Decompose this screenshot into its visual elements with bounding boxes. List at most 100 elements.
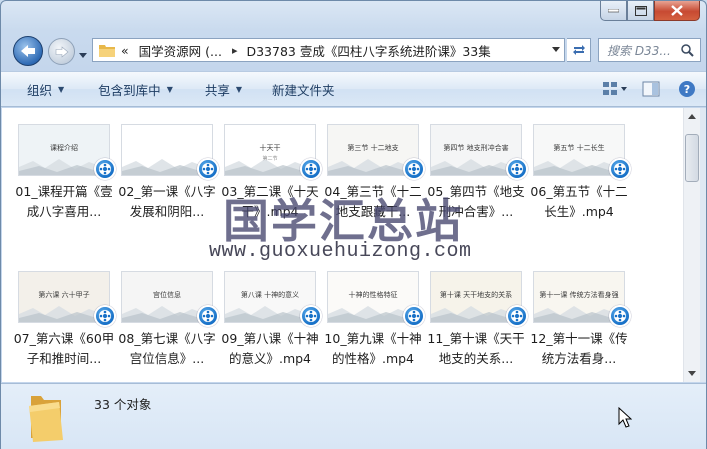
thumbnail-title: 十天干 bbox=[259, 144, 281, 152]
chevron-down-icon: ▼ bbox=[235, 84, 243, 94]
file-name[interactable]: 09_第八课《十神的意义》.mp4 bbox=[218, 329, 322, 369]
file-name[interactable]: 06_第五节《十二长生》.mp4 bbox=[527, 182, 631, 222]
search-box[interactable]: 搜索 D33... bbox=[598, 38, 701, 62]
view-grid-icon bbox=[603, 82, 627, 95]
chevron-down-icon: ▼ bbox=[58, 84, 65, 94]
film-reel-icon bbox=[99, 310, 111, 322]
explorer-window: « 国学资源网 (... ▸ D33783 壹成《四柱八字系统进阶课》33集 搜… bbox=[0, 0, 707, 449]
share-menu[interactable]: 共享 ▼ bbox=[187, 72, 256, 106]
file-name[interactable]: 04_第三节《十二地支跟藏干... bbox=[321, 182, 425, 222]
breadcrumb-overflow[interactable]: « bbox=[121, 43, 129, 58]
preview-pane-icon bbox=[642, 81, 660, 97]
help-icon: ? bbox=[679, 81, 695, 97]
thumbnail-title: 第四节 地支刑冲合害 bbox=[443, 144, 509, 152]
change-view-button[interactable] bbox=[602, 76, 628, 102]
vertical-scrollbar[interactable] bbox=[683, 108, 700, 382]
refresh-icon bbox=[572, 45, 585, 55]
file-name[interactable]: 02_第一课《八字发展和阴阳... bbox=[115, 182, 219, 222]
folder-icon bbox=[99, 45, 115, 57]
command-bar: 组织 ▼ 包含到库中 ▼ 共享 ▼ 新建文件夹 ? bbox=[1, 71, 706, 107]
maximize-icon bbox=[634, 5, 647, 16]
video-file-badge-icon bbox=[403, 305, 425, 327]
film-reel-icon bbox=[202, 163, 214, 175]
film-reel-icon bbox=[305, 310, 317, 322]
address-bar[interactable]: « 国学资源网 (... ▸ D33783 壹成《四柱八字系统进阶课》33集 bbox=[92, 38, 565, 62]
scroll-up-button[interactable] bbox=[684, 108, 700, 125]
thumbnail-title: 第八课 十神的意义 bbox=[240, 291, 300, 299]
include-library-menu[interactable]: 包含到库中 ▼ bbox=[78, 72, 187, 106]
video-file-badge-icon bbox=[609, 158, 631, 180]
new-folder-label: 新建文件夹 bbox=[272, 82, 335, 98]
film-reel-icon bbox=[202, 310, 214, 322]
chevron-up-icon bbox=[688, 114, 696, 119]
new-folder-button[interactable]: 新建文件夹 bbox=[256, 72, 349, 106]
recent-pages-dropdown[interactable] bbox=[79, 47, 87, 61]
address-dropdown-icon[interactable] bbox=[552, 47, 560, 52]
video-file-badge-icon bbox=[94, 305, 116, 327]
thumbnail-title: 第十课 天干地支的关系 bbox=[439, 291, 513, 299]
search-icon[interactable] bbox=[681, 43, 694, 57]
thumbnail-title: 十神的性格特征 bbox=[348, 291, 398, 299]
file-name[interactable]: 08_第七课《八字宫位信息》... bbox=[115, 329, 219, 369]
folder-large-icon bbox=[29, 396, 63, 442]
window-edge bbox=[700, 108, 706, 382]
share-label: 共享 bbox=[204, 82, 230, 98]
file-name[interactable]: 01_课程开篇《壹成八字喜用... bbox=[12, 182, 116, 222]
thumbnail-title: 课程介绍 bbox=[50, 144, 78, 152]
file-name[interactable]: 10_第九课《十神的性格》.mp4 bbox=[321, 329, 425, 369]
close-button[interactable] bbox=[654, 1, 700, 21]
close-icon bbox=[671, 5, 683, 16]
breadcrumb-current[interactable]: D33783 壹成《四柱八字系统进阶课》33集 bbox=[246, 41, 490, 60]
item-count: 33 个对象 bbox=[94, 397, 152, 412]
details-pane: 33 个对象 bbox=[1, 383, 706, 449]
film-reel-icon bbox=[511, 310, 523, 322]
file-name[interactable]: 07_第六课《60甲子和推时间... bbox=[12, 329, 116, 369]
breadcrumb-chevron-icon[interactable]: ▸ bbox=[232, 44, 238, 57]
back-button[interactable] bbox=[13, 36, 43, 66]
video-file-badge-icon bbox=[300, 158, 322, 180]
file-name[interactable]: 05_第四节《地支刑冲合害》... bbox=[424, 182, 528, 222]
search-placeholder[interactable]: 搜索 D33... bbox=[607, 42, 681, 59]
film-reel-icon bbox=[614, 163, 626, 175]
thumbnail-title: 第六课 六十甲子 bbox=[38, 291, 90, 299]
thumbnail-title: 第五节 十二长生 bbox=[553, 144, 605, 152]
file-name[interactable]: 11_第十课《天干地支的关系... bbox=[424, 329, 528, 369]
film-reel-icon bbox=[408, 163, 420, 175]
forward-button[interactable] bbox=[48, 38, 75, 65]
video-file-badge-icon bbox=[506, 305, 528, 327]
organize-menu[interactable]: 组织 ▼ bbox=[1, 72, 78, 106]
scroll-down-button[interactable] bbox=[684, 365, 700, 382]
thumbnail-title: 宫位信息 bbox=[153, 291, 181, 299]
minimize-button[interactable] bbox=[600, 1, 627, 21]
back-arrow-icon bbox=[21, 45, 35, 57]
thumbnail-title: 第三节 十二地支 bbox=[347, 144, 399, 152]
maximize-button[interactable] bbox=[627, 1, 654, 21]
video-file-badge-icon bbox=[403, 158, 425, 180]
file-name[interactable]: 03_第二课《十天干》.mp4 bbox=[218, 182, 322, 222]
video-file-badge-icon bbox=[94, 158, 116, 180]
video-file-badge-icon bbox=[197, 305, 219, 327]
include-library-label: 包含到库中 bbox=[98, 82, 161, 98]
film-reel-icon bbox=[408, 310, 420, 322]
file-name[interactable]: 12_第十一课《传统方法看身... bbox=[527, 329, 631, 369]
scrollbar-thumb[interactable] bbox=[685, 134, 699, 182]
mouse-cursor-icon bbox=[618, 407, 632, 428]
file-list-area[interactable]: 课程介绍 01_课程开篇《壹成八字喜用... 02_第一课《八字发展和阴阳... 十天… bbox=[2, 108, 683, 382]
breadcrumb-root[interactable]: 国学资源网 (... bbox=[139, 41, 222, 60]
film-reel-icon bbox=[614, 310, 626, 322]
help-button[interactable]: ? bbox=[674, 76, 700, 102]
thumbnail-title: 第十一课 传统方法看身强 bbox=[539, 291, 619, 299]
video-file-badge-icon bbox=[300, 305, 322, 327]
preview-pane-button[interactable] bbox=[638, 76, 664, 102]
chevron-down-icon: ▼ bbox=[166, 84, 173, 94]
film-reel-icon bbox=[305, 163, 317, 175]
view-controls: ? bbox=[602, 76, 700, 102]
film-reel-icon bbox=[511, 163, 523, 175]
refresh-button[interactable] bbox=[567, 38, 591, 62]
svg-text:?: ? bbox=[684, 83, 690, 96]
video-file-badge-icon bbox=[197, 158, 219, 180]
video-file-badge-icon bbox=[609, 305, 631, 327]
minimize-icon bbox=[608, 8, 619, 12]
film-reel-icon bbox=[99, 163, 111, 175]
organize-label: 组织 bbox=[27, 82, 53, 98]
